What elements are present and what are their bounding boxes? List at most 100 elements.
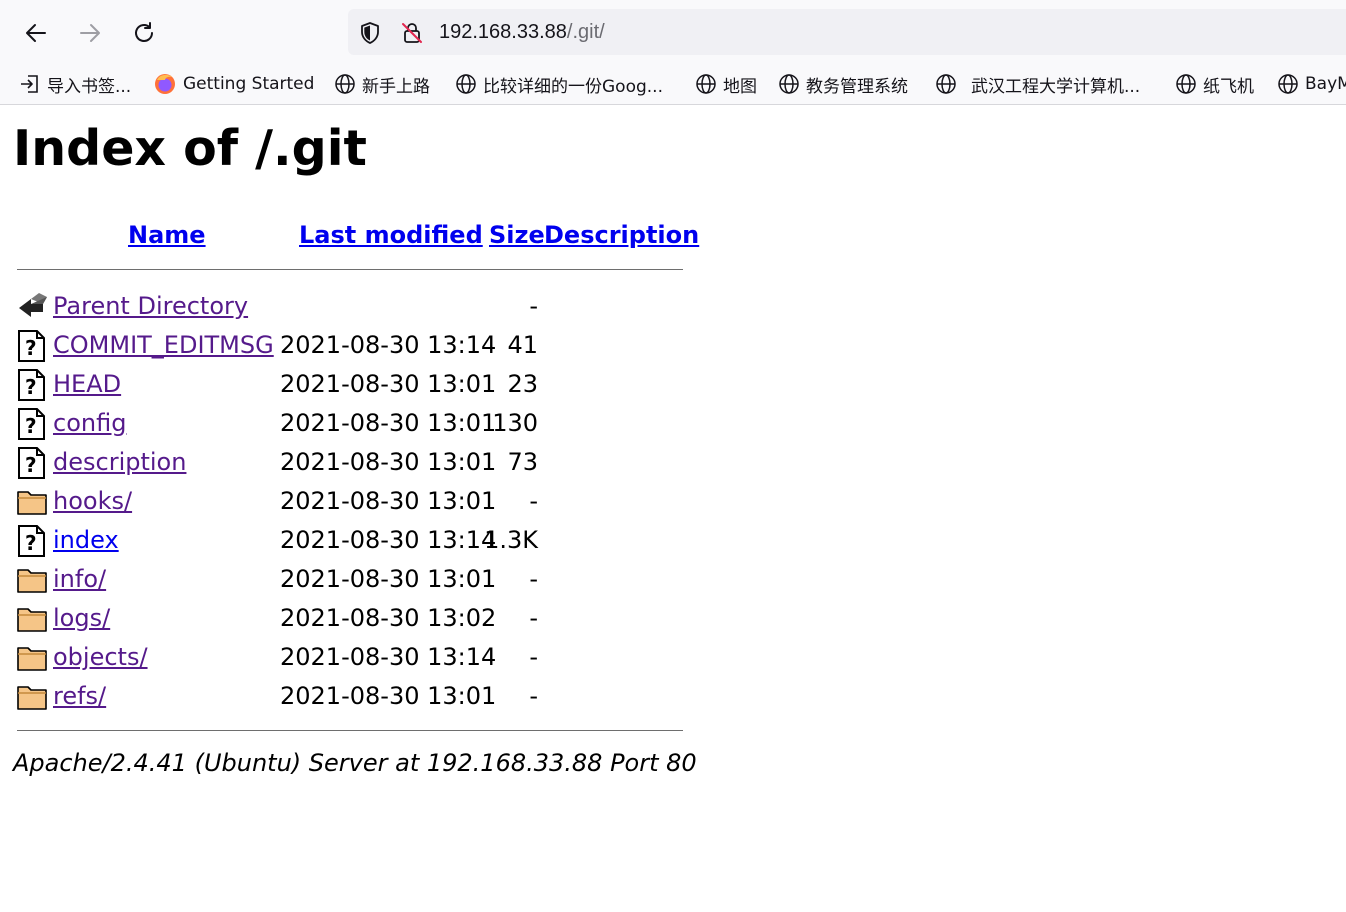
bookmark-label: Getting Started	[183, 74, 315, 94]
file-link[interactable]: index	[53, 525, 119, 555]
bookmark-getting-started[interactable]: Getting Started	[153, 72, 314, 96]
size-cell: -	[529, 604, 538, 632]
back-button[interactable]	[19, 16, 53, 50]
size-cell: 73	[507, 448, 538, 476]
size-cell: -	[529, 292, 538, 320]
arrow-left-icon	[26, 24, 46, 42]
size-cell: -	[529, 682, 538, 710]
bookmark-import[interactable]: 导入书签...	[19, 72, 131, 97]
table-row: ? config 2021-08-30 13:01 130	[0, 406, 700, 442]
size-cell: 130	[492, 409, 538, 437]
bookmark-label: 地图	[723, 76, 757, 97]
svg-text:?: ?	[25, 336, 37, 360]
last-modified-cell: 2021-08-30 13:01	[280, 682, 497, 710]
footer-divider	[17, 730, 683, 731]
bookmark-telegram[interactable]: 纸飞机	[1175, 72, 1254, 97]
globe-icon	[936, 74, 956, 94]
last-modified-cell: 2021-08-30 13:01	[280, 565, 497, 593]
file-link[interactable]: logs/	[53, 603, 110, 633]
last-modified-cell: 2021-08-30 13:01	[280, 487, 497, 515]
sort-by-description-link[interactable]: Description	[544, 221, 699, 249]
file-link[interactable]: description	[53, 447, 186, 477]
column-header-name[interactable]: Name	[128, 220, 206, 250]
unknown-file-icon: ?	[18, 408, 45, 440]
bookmarks-toolbar: 导入书签... Getting Started 新手上路 比较详细的一份Goog…	[0, 64, 1346, 105]
table-row: ? index 2021-08-30 13:14 1.3K	[0, 523, 700, 559]
svg-text:?: ?	[25, 453, 37, 477]
globe-icon	[779, 74, 799, 94]
import-icon	[21, 75, 38, 93]
bookmark-label: 纸飞机	[1203, 76, 1254, 97]
last-modified-cell: 2021-08-30 13:02	[280, 604, 497, 632]
column-header-description[interactable]: Description	[544, 220, 699, 250]
address-bar[interactable]: 192.168.33.88/.git/	[348, 9, 1346, 55]
header-divider	[17, 269, 683, 270]
bookmark-google-guide[interactable]: 比较详细的一份Goog...	[455, 72, 663, 97]
url-text[interactable]: 192.168.33.88/.git/	[439, 20, 605, 44]
forward-button[interactable]	[73, 16, 107, 50]
globe-icon	[456, 74, 476, 94]
file-link[interactable]: objects/	[53, 642, 148, 672]
table-row: objects/ 2021-08-30 13:14 -	[0, 640, 700, 676]
bookmark-label: BayM	[1305, 74, 1346, 94]
size-cell: 23	[507, 370, 538, 398]
size-cell: -	[529, 643, 538, 671]
file-link[interactable]: COMMIT_EDITMSG	[53, 330, 274, 360]
file-link[interactable]: Parent Directory	[53, 291, 248, 321]
last-modified-cell: 2021-08-30 13:14	[280, 526, 497, 554]
file-link[interactable]: HEAD	[53, 369, 121, 399]
bookmark-baym[interactable]: BayM	[1277, 72, 1346, 96]
page-title: Index of /.git	[13, 120, 367, 177]
svg-text:?: ?	[25, 531, 37, 555]
bookmark-academic-system[interactable]: 教务管理系统	[778, 72, 908, 97]
bookmark-label: 武汉工程大学计算机...	[971, 76, 1141, 97]
folder-icon	[17, 569, 47, 593]
folder-icon	[17, 686, 47, 710]
folder-icon	[17, 647, 47, 671]
bookmark-label: 新手上路	[362, 76, 430, 97]
file-link[interactable]: hooks/	[53, 486, 132, 516]
column-header-size[interactable]: Size	[489, 220, 545, 250]
sort-by-last-modified-link[interactable]: Last modified	[299, 221, 483, 249]
last-modified-cell: 2021-08-30 13:01	[280, 448, 497, 476]
table-row: hooks/ 2021-08-30 13:01 -	[0, 484, 700, 520]
svg-text:?: ?	[25, 375, 37, 399]
last-modified-cell: 2021-08-30 13:14	[280, 643, 497, 671]
last-modified-cell: 2021-08-30 13:01	[280, 370, 497, 398]
svg-text:?: ?	[25, 414, 37, 438]
back-icon	[19, 293, 47, 317]
last-modified-cell: 2021-08-30 13:14	[280, 331, 497, 359]
globe-icon	[1278, 74, 1298, 94]
file-link[interactable]: refs/	[53, 681, 106, 711]
browser-toolbar: 192.168.33.88/.git/	[0, 0, 1346, 64]
column-header-last-modified[interactable]: Last modified	[299, 220, 483, 250]
table-row: ? COMMIT_EDITMSG 2021-08-30 13:14 41	[0, 328, 700, 364]
globe-icon	[335, 74, 355, 94]
url-host: 192.168.33.88	[439, 21, 567, 43]
unknown-file-icon: ?	[18, 369, 45, 401]
insecure-lock-icon[interactable]	[400, 21, 424, 45]
table-row: ? description 2021-08-30 13:01 73	[0, 445, 700, 481]
table-row: Parent Directory -	[0, 289, 700, 325]
folder-icon	[17, 491, 47, 515]
table-row: logs/ 2021-08-30 13:02 -	[0, 601, 700, 637]
url-path: /.git/	[566, 21, 605, 43]
bookmark-map[interactable]: 地图	[695, 72, 757, 97]
unknown-file-icon: ?	[18, 330, 45, 362]
shield-icon[interactable]	[358, 21, 382, 45]
bookmark-newbie[interactable]: 新手上路	[334, 72, 430, 97]
file-link[interactable]: info/	[53, 564, 106, 594]
server-signature: Apache/2.4.41 (Ubuntu) Server at 192.168…	[13, 749, 697, 777]
reload-icon	[135, 22, 153, 42]
unknown-file-icon: ?	[18, 447, 45, 479]
sort-by-size-link[interactable]: Size	[489, 221, 545, 249]
bookmark-wit-cs[interactable]: 武汉工程大学计算机...	[935, 72, 1141, 97]
bookmark-label: 教务管理系统	[806, 76, 908, 97]
arrow-right-icon	[80, 24, 100, 42]
file-link[interactable]: config	[53, 408, 126, 438]
table-row: info/ 2021-08-30 13:01 -	[0, 562, 700, 598]
bookmark-label: 比较详细的一份Goog...	[483, 76, 663, 97]
sort-by-name-link[interactable]: Name	[128, 221, 206, 249]
size-cell: -	[529, 565, 538, 593]
reload-button[interactable]	[127, 16, 161, 50]
